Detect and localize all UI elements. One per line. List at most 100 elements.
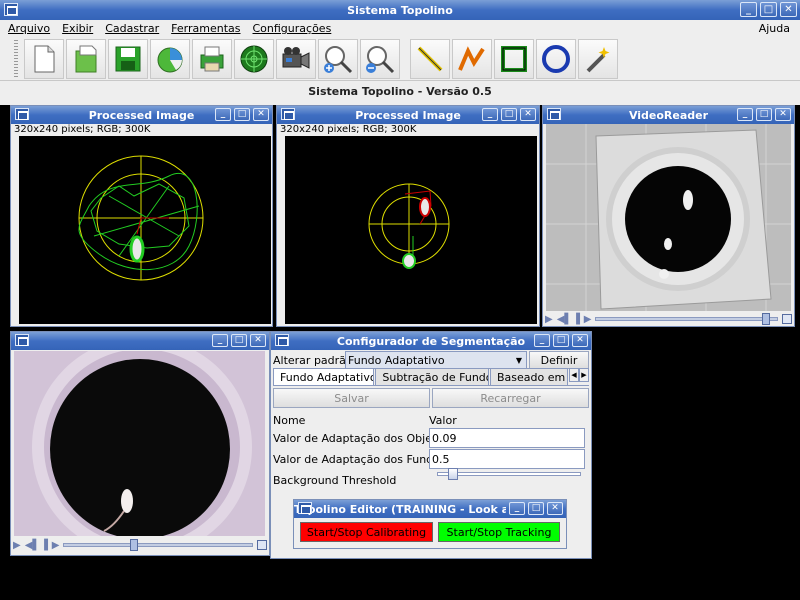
step-forward-icon[interactable]: ▌▶	[576, 314, 591, 325]
printer-button[interactable]	[192, 38, 232, 79]
close-button[interactable]: ✕	[250, 334, 266, 347]
minimize-button[interactable]: _	[215, 108, 231, 121]
zoom-in-button[interactable]	[318, 38, 358, 79]
editor-titlebar[interactable]: Topolino Editor (TRAINING - Look an _ □ …	[294, 500, 566, 518]
close-button[interactable]: ✕	[572, 334, 588, 347]
processed-image-1-titlebar[interactable]: Processed Image _ □ ✕	[11, 106, 272, 124]
processed-image-2-titlebar[interactable]: Processed Image _ □ ✕	[277, 106, 539, 124]
zoom-out-button[interactable]	[360, 38, 400, 79]
slider-thumb[interactable]	[129, 539, 138, 551]
video-reader-seek-slider[interactable]	[595, 313, 778, 325]
editor-title: Topolino Editor (TRAINING - Look an	[294, 502, 506, 516]
new-file-icon	[34, 45, 55, 72]
arena-photo-2	[14, 337, 265, 557]
minimize-button[interactable]: _	[737, 108, 753, 121]
tab-fundo-adaptativo[interactable]: Fundo Adaptativo	[273, 368, 375, 385]
background-adaptation-field[interactable]: 0.5	[429, 449, 585, 469]
tracking-overlay-2	[368, 183, 450, 269]
config-titlebar[interactable]: Configurador de Segmentação _ □ ✕	[271, 332, 591, 350]
close-button[interactable]: ✕	[780, 2, 797, 17]
menubar: Arquivo Exibir Cadastrar Ferramentas Con…	[0, 20, 800, 37]
window-menu-icon[interactable]	[547, 108, 561, 120]
polyline-tool-button[interactable]	[452, 38, 492, 79]
step-forward-icon[interactable]: ▌▶	[44, 540, 59, 551]
line-tool-button[interactable]	[410, 38, 450, 79]
minimize-button[interactable]: _	[509, 502, 525, 515]
play-icon[interactable]: ▶	[13, 540, 21, 551]
save-button[interactable]: Salvar	[273, 388, 430, 408]
play-icon[interactable]: ▶	[545, 314, 553, 325]
toolbar	[0, 37, 800, 81]
change-pattern-label: Alterar padrão:	[273, 353, 357, 367]
chevron-down-icon[interactable]: ▼	[512, 352, 526, 368]
magic-wand-button[interactable]	[578, 38, 618, 79]
processed-image-1-canvas	[19, 136, 271, 324]
video-player-seek-slider[interactable]	[63, 539, 253, 551]
menu-arquivo[interactable]: Arquivo	[8, 22, 50, 35]
menu-ferramentas[interactable]: Ferramentas	[171, 22, 240, 35]
minimize-button[interactable]: _	[740, 2, 757, 17]
tab-scroll-left-icon[interactable]: ◀	[569, 368, 579, 382]
video-camera-button[interactable]	[276, 38, 316, 79]
step-back-icon[interactable]: ◀▌	[25, 540, 40, 551]
step-back-icon[interactable]: ◀▌	[557, 314, 572, 325]
pie-chart-icon	[157, 47, 183, 72]
threshold-slider-thumb[interactable]	[447, 468, 458, 480]
new-file-button[interactable]	[24, 38, 64, 79]
tracking-button[interactable]: Start/Stop Tracking	[438, 522, 560, 542]
line-icon	[417, 46, 443, 71]
video-reader-controls: ▶ ◀▌ ▌▶	[545, 312, 792, 326]
window-menu-icon[interactable]	[281, 108, 295, 120]
tab-scroll-right-icon[interactable]: ▶	[579, 368, 589, 382]
window-menu-icon[interactable]	[275, 334, 289, 346]
pie-chart-button[interactable]	[150, 38, 190, 79]
window-menu-icon[interactable]	[15, 108, 29, 120]
menu-cadastrar[interactable]: Cadastrar	[105, 22, 159, 35]
save-button[interactable]	[108, 38, 148, 79]
menu-icon[interactable]	[782, 314, 792, 324]
close-button[interactable]: ✕	[775, 108, 791, 121]
pattern-row: Alterar padrão: Fundo Adaptativo ▼ Defin…	[273, 351, 589, 369]
pattern-select[interactable]: Fundo Adaptativo ▼	[345, 351, 527, 369]
maximize-button[interactable]: □	[553, 334, 569, 347]
value-column-header: Valor	[429, 413, 457, 427]
toolbar-grip[interactable]	[14, 39, 18, 78]
close-button[interactable]: ✕	[520, 108, 536, 121]
menu-ajuda[interactable]: Ajuda	[759, 22, 790, 35]
maximize-button[interactable]: □	[528, 502, 544, 515]
video-player-titlebar[interactable]: _ □ ✕	[11, 332, 269, 350]
slider-thumb[interactable]	[761, 313, 770, 325]
maximize-button[interactable]: □	[501, 108, 517, 121]
calibrate-button[interactable]: Start/Stop Calibrating	[300, 522, 433, 542]
video-reader-titlebar[interactable]: VideoReader _ □ ✕	[543, 106, 794, 124]
maximize-button[interactable]: □	[760, 2, 777, 17]
open-file-button[interactable]	[66, 38, 106, 79]
minimize-button[interactable]: _	[482, 108, 498, 121]
save-icon	[115, 46, 141, 71]
tab-subtracao-de-fundo[interactable]: Subtração de Fundo	[375, 368, 489, 385]
menu-icon[interactable]	[257, 540, 267, 550]
menu-configuracoes[interactable]: Configurações	[253, 22, 332, 35]
rectangle-tool-button[interactable]	[494, 38, 534, 79]
maximize-button[interactable]: □	[231, 334, 247, 347]
tracking-overlay-1	[78, 155, 204, 281]
threshold-slider[interactable]	[437, 472, 581, 476]
main-titlebar[interactable]: Sistema Topolino _ □ ✕	[0, 0, 800, 20]
define-button[interactable]: Definir	[529, 351, 589, 369]
window-menu-icon[interactable]	[15, 334, 29, 346]
radar-button[interactable]	[234, 38, 274, 79]
circle-tool-button[interactable]	[536, 38, 576, 79]
segmentation-config-window: Configurador de Segmentação _ □ ✕ Altera…	[270, 331, 592, 559]
minimize-button[interactable]: _	[534, 334, 550, 347]
close-button[interactable]: ✕	[547, 502, 563, 515]
maximize-button[interactable]: □	[756, 108, 772, 121]
menu-exibir[interactable]: Exibir	[62, 22, 93, 35]
window-menu-icon[interactable]	[298, 502, 312, 514]
objects-adaptation-field[interactable]: 0.09	[429, 428, 585, 448]
tab-baseado-em[interactable]: Baseado em C	[490, 368, 568, 385]
window-menu-icon[interactable]	[4, 3, 18, 16]
minimize-button[interactable]: _	[212, 334, 228, 347]
close-button[interactable]: ✕	[253, 108, 269, 121]
maximize-button[interactable]: □	[234, 108, 250, 121]
reload-button[interactable]: Recarregar	[432, 388, 589, 408]
